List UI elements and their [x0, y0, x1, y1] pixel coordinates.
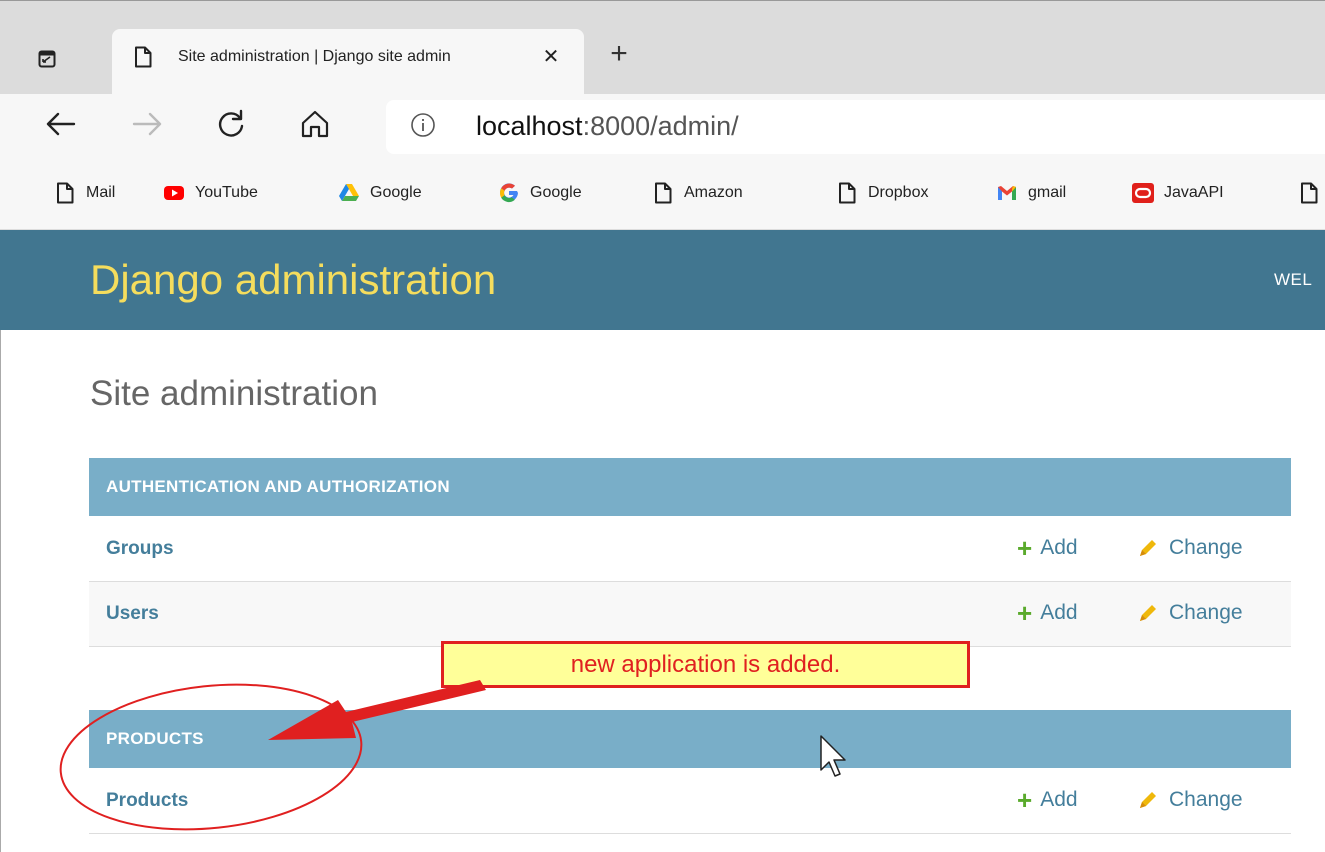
add-label: Add — [1040, 536, 1078, 559]
plus-icon: + — [1017, 532, 1033, 563]
bookmark-label: Amazon — [684, 184, 743, 201]
bookmark-google[interactable]: Google — [498, 178, 582, 208]
bookmark-label: YouTube — [195, 184, 258, 201]
info-icon[interactable] — [410, 112, 436, 138]
change-label: Change — [1169, 536, 1243, 559]
module-caption-products[interactable]: PRODUCTS — [89, 710, 1291, 768]
add-label: Add — [1040, 788, 1078, 811]
google-g-icon — [498, 182, 520, 204]
url-text[interactable]: localhost:8000/admin/ — [476, 111, 739, 142]
change-products-button[interactable]: Change — [1137, 788, 1243, 812]
table-row-groups: Groups + Add Change — [89, 517, 1291, 582]
home-icon[interactable] — [298, 107, 332, 141]
url-host: localhost — [476, 111, 583, 141]
change-label: Change — [1169, 601, 1243, 624]
bookmark-youtube[interactable]: YouTube — [163, 178, 258, 208]
model-link-users[interactable]: Users — [106, 603, 159, 625]
page-icon — [54, 182, 76, 204]
new-tab-button[interactable]: + — [604, 39, 634, 70]
bookmark-label: Dropbox — [868, 184, 929, 201]
table-row-products: Products + Add Change — [89, 769, 1291, 834]
bookmark-label: JavaAPI — [1164, 184, 1224, 201]
site-branding[interactable]: Django administration — [90, 256, 496, 304]
user-tools: WEL — [1274, 270, 1313, 289]
youtube-icon — [163, 182, 185, 204]
tab-title: Site administration | Django site admin — [178, 48, 451, 65]
bookmark-label: Google — [370, 184, 422, 201]
forward-arrow-icon[interactable] — [130, 107, 164, 141]
annotation-callout: new application is added. — [441, 641, 970, 688]
url-path: :8000/admin/ — [582, 111, 739, 141]
add-users-button[interactable]: + Add — [1017, 597, 1078, 628]
bookmark-mail[interactable]: Mail — [54, 178, 115, 208]
module-caption-auth[interactable]: AUTHENTICATION AND AUTHORIZATION — [89, 458, 1291, 516]
bookmark-gmail[interactable]: gmail — [996, 178, 1066, 208]
back-arrow-icon[interactable] — [44, 107, 78, 141]
bookmark-javaapi[interactable]: JavaAPI — [1132, 178, 1224, 208]
bookmark-more[interactable] — [1298, 178, 1325, 208]
gmail-icon — [996, 182, 1018, 204]
google-drive-icon — [338, 182, 360, 204]
page-icon — [652, 182, 674, 204]
bookmark-amazon[interactable]: Amazon — [652, 178, 743, 208]
plus-icon: + — [1017, 784, 1033, 815]
add-groups-button[interactable]: + Add — [1017, 532, 1078, 563]
plus-icon: + — [1017, 597, 1033, 628]
page-icon — [134, 46, 152, 68]
change-users-button[interactable]: Change — [1137, 601, 1243, 625]
change-label: Change — [1169, 788, 1243, 811]
bookmark-label: gmail — [1028, 184, 1067, 201]
tab-actions-icon[interactable] — [38, 50, 56, 68]
pencil-icon — [1137, 602, 1159, 624]
page-title: Site administration — [90, 374, 378, 413]
bookmark-google-drive[interactable]: Google — [338, 178, 422, 208]
bookmark-label: Google — [530, 184, 582, 201]
table-row-users: Users + Add Change — [89, 582, 1291, 647]
page-icon — [1298, 182, 1320, 204]
add-products-button[interactable]: + Add — [1017, 784, 1078, 815]
close-tab-icon[interactable]: ✕ — [536, 42, 566, 72]
pencil-icon — [1137, 789, 1159, 811]
oracle-icon — [1132, 182, 1154, 204]
pencil-icon — [1137, 537, 1159, 559]
reload-icon[interactable] — [214, 107, 248, 141]
bookmark-label: Mail — [86, 184, 116, 201]
change-groups-button[interactable]: Change — [1137, 536, 1243, 560]
model-link-groups[interactable]: Groups — [106, 538, 174, 560]
model-link-products[interactable]: Products — [106, 790, 188, 812]
bookmark-dropbox[interactable]: Dropbox — [836, 178, 928, 208]
page-icon — [836, 182, 858, 204]
add-label: Add — [1040, 601, 1078, 624]
